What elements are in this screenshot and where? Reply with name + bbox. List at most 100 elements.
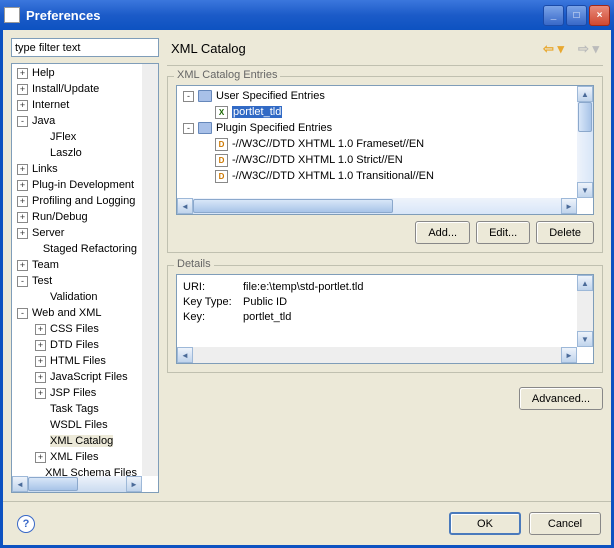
entry-row[interactable]: - User Specified Entries [179,88,575,104]
tree-scrollbar-horizontal[interactable]: ◄ ► [12,476,142,492]
advanced-button[interactable]: Advanced... [519,387,603,410]
tree-item-label: Test [32,275,52,287]
scroll-down-icon[interactable]: ▼ [577,331,593,347]
tree-item[interactable]: -Web and XML [13,305,141,321]
filter-input[interactable] [11,38,159,57]
app-icon [4,7,20,23]
collapse-icon[interactable]: - [17,116,28,127]
dtd-doc-icon: D [215,154,228,167]
entry-label: Plugin Specified Entries [216,122,332,134]
tree-item[interactable]: XML Schema Files [13,465,141,476]
titlebar[interactable]: Preferences _ □ × [0,0,614,30]
tree-item[interactable]: +Server [13,225,141,241]
expand-icon[interactable]: + [17,84,28,95]
scroll-left-icon[interactable]: ◄ [12,476,28,492]
scroll-left-icon[interactable]: ◄ [177,347,193,363]
edit-button[interactable]: Edit... [476,221,530,244]
tree-item-label: JSP Files [50,387,96,399]
scroll-right-icon[interactable]: ► [561,347,577,363]
entry-row[interactable]: D-//W3C//DTD XHTML 1.0 Frameset//EN [179,136,575,152]
tree-item[interactable]: Validation [13,289,141,305]
expand-icon[interactable]: + [35,356,46,367]
collapse-icon[interactable]: - [17,308,28,319]
expand-icon[interactable]: + [35,388,46,399]
expand-icon[interactable]: + [17,68,28,79]
scroll-thumb[interactable] [578,102,592,132]
entry-label: User Specified Entries [216,90,325,102]
collapse-icon[interactable]: - [183,123,194,134]
expand-icon[interactable]: + [17,180,28,191]
expand-icon[interactable]: + [17,196,28,207]
tree-item[interactable]: +JavaScript Files [13,369,141,385]
expand-icon[interactable]: + [17,228,28,239]
tree-item[interactable]: Staged Refactoring [13,241,141,257]
scroll-thumb[interactable] [193,199,393,213]
ok-button[interactable]: OK [449,512,521,535]
expand-icon[interactable]: + [17,212,28,223]
tree-item[interactable]: + Plug-in Development [13,177,141,193]
entries-group-label: XML Catalog Entries [174,69,280,81]
dtd-doc-icon: D [215,170,228,183]
tree-item[interactable]: -Test [13,273,141,289]
details-scrollbar-horizontal[interactable]: ◄► [177,347,577,363]
collapse-icon[interactable]: - [17,276,28,287]
expand-icon[interactable]: + [17,164,28,175]
details-scrollbar-vertical[interactable]: ▲▼ [577,275,593,347]
close-button[interactable]: × [589,5,610,26]
expand-icon[interactable]: + [17,260,28,271]
scroll-right-icon[interactable]: ► [561,198,577,214]
tree-item[interactable]: Task Tags [13,401,141,417]
tree-item[interactable]: + DTD Files [13,337,141,353]
entries-scrollbar-horizontal[interactable]: ◄ ► [177,198,577,214]
collapse-icon[interactable]: - [183,91,194,102]
tree-item[interactable]: JFlex [13,129,141,145]
tree-item[interactable]: +Install/Update [13,81,141,97]
tree-item[interactable]: Laszlo [13,145,141,161]
expand-icon[interactable]: + [35,340,46,351]
tree-item[interactable]: +HTML Files [13,353,141,369]
tree-item[interactable]: +Internet [13,97,141,113]
expand-icon[interactable]: + [35,372,46,383]
back-arrow-icon[interactable]: ⇦ ▾ [543,41,564,57]
tree-item-label: DTD Files [50,339,99,351]
delete-button[interactable]: Delete [536,221,594,244]
help-icon[interactable]: ? [17,515,35,533]
tree-item[interactable]: +Team [13,257,141,273]
maximize-button[interactable]: □ [566,5,587,26]
forward-arrow-icon[interactable]: ⇨ ▾ [578,41,599,57]
scroll-up-icon[interactable]: ▲ [577,275,593,291]
entry-row[interactable]: Xportlet_tld [179,104,575,120]
tree-item[interactable]: WSDL Files [13,417,141,433]
entry-row[interactable]: - Plugin Specified Entries [179,120,575,136]
scroll-right-icon[interactable]: ► [126,476,142,492]
tree-item-label: Plug-in Development [32,179,134,191]
tree-item[interactable]: + Links [13,161,141,177]
tree-item-label: Links [32,163,58,175]
key-key: Key: [183,311,243,326]
add-button[interactable]: Add... [415,221,470,244]
tree-scrollbar-vertical[interactable] [142,64,158,476]
expand-icon[interactable]: + [17,100,28,111]
cancel-button[interactable]: Cancel [529,512,601,535]
keytype-key: Key Type: [183,296,243,311]
entry-row[interactable]: D-//W3C//DTD XHTML 1.0 Strict//EN [179,152,575,168]
tree-item[interactable]: + JSP Files [13,385,141,401]
tree-item[interactable]: XML Catalog [13,433,141,449]
tree-item[interactable]: +XML Files [13,449,141,465]
expand-icon[interactable]: + [35,452,46,463]
scroll-left-icon[interactable]: ◄ [177,198,193,214]
scroll-down-icon[interactable]: ▼ [577,182,593,198]
entries-scrollbar-vertical[interactable]: ▲ ▼ [577,86,593,198]
tree-item[interactable]: +CSS Files [13,321,141,337]
entry-row[interactable]: D-//W3C//DTD XHTML 1.0 Transitional//EN [179,168,575,184]
tree-item[interactable]: -Java [13,113,141,129]
tree-item[interactable]: +Run/Debug [13,209,141,225]
scroll-up-icon[interactable]: ▲ [577,86,593,102]
entries-list[interactable]: - User Specified Entries Xportlet_tld - Plug… [176,85,594,215]
tree-item[interactable]: +Help [13,65,141,81]
expand-icon[interactable]: + [35,324,46,335]
tree-item-label: Web and XML [32,307,102,319]
minimize-button[interactable]: _ [543,5,564,26]
tree-item[interactable]: +Profiling and Logging [13,193,141,209]
scroll-thumb[interactable] [28,477,78,491]
